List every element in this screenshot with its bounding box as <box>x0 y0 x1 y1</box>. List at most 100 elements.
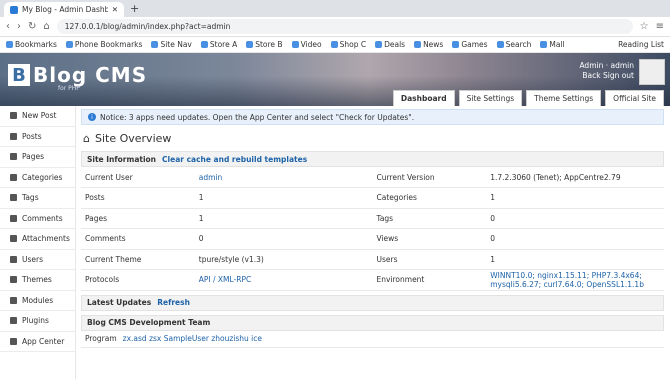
info-value: 1 <box>486 249 664 270</box>
info-value: 1 <box>194 208 373 229</box>
bookmark-item[interactable]: Mall <box>540 40 565 49</box>
table-row: Protocols API / XML-RPC Environment WINNT10… <box>81 269 664 291</box>
updates-title: Latest Updates <box>87 298 152 307</box>
logo-word: Blog CMS <box>33 63 148 87</box>
back-icon[interactable]: ‹ <box>6 21 10 32</box>
logo-mark-icon: B <box>8 64 30 86</box>
sidebar-item[interactable]: Attachments <box>0 229 75 250</box>
bookmark-item[interactable]: Shop C <box>330 40 366 49</box>
sidebar-icon <box>10 235 17 243</box>
sidebar-item[interactable]: New Post <box>0 106 75 127</box>
sidebar-item[interactable]: Themes <box>0 270 75 291</box>
bookmark-item[interactable]: Video <box>291 40 322 49</box>
dev-value[interactable]: zx.asd zsx SampleUser zhouzishu ice <box>123 334 262 343</box>
reading-list[interactable]: Reading List <box>618 40 664 49</box>
sidebar-item[interactable]: Modules <box>0 291 75 311</box>
bookmark-icon <box>375 41 383 48</box>
sidebar-label: Comments <box>22 213 63 223</box>
bookmark-icon <box>200 41 208 48</box>
sidebar: New Post Posts Pages Categories Tags Comments… <box>0 106 76 379</box>
info-label: Pages <box>81 208 195 229</box>
bookmark-label: Search <box>505 40 532 49</box>
info-value: 0 <box>486 208 664 229</box>
sidebar-icon <box>10 194 17 202</box>
sidebar-label: Tags <box>22 193 39 203</box>
user-name: Admin · admin <box>579 61 634 70</box>
dev-row: Program zx.asd zsx SampleUser zhouzishu … <box>81 331 664 348</box>
sidebar-label: Attachments <box>22 234 70 244</box>
logo-sub: for PHP <box>58 85 80 92</box>
info-label: Tags <box>372 208 487 229</box>
sidebar-icon <box>10 337 17 345</box>
sidebar-label: Pages <box>22 152 45 162</box>
page-title: ⌂ Site Overview <box>81 125 664 151</box>
header-tab[interactable]: Official Site <box>605 90 664 106</box>
sidebar-item[interactable]: Posts <box>0 127 75 147</box>
sidebar-item[interactable]: App Center <box>0 332 75 352</box>
info-label: Protocols <box>81 269 195 291</box>
home-icon: ⌂ <box>83 131 90 145</box>
sidebar-item[interactable]: Tags <box>0 188 75 209</box>
url-field[interactable]: 127.0.0.1/blog/admin/index.php?act=admin <box>56 19 633 34</box>
info-label: Users <box>372 249 487 270</box>
updates-header: Latest Updates Refresh <box>81 294 664 311</box>
bookmark-icon <box>246 41 254 48</box>
site-info-title: Site Information <box>87 154 157 164</box>
bookmark-label: Mall <box>549 40 565 49</box>
bookmark-item[interactable]: Search <box>496 40 532 49</box>
browser-tab[interactable]: My Blog - Admin Dashboard ✕ <box>4 2 124 17</box>
bookmark-icon <box>65 41 73 48</box>
sidebar-item[interactable]: Categories <box>0 168 75 188</box>
sidebar-item[interactable]: Comments <box>0 209 75 229</box>
bookmark-item[interactable]: Bookmarks <box>6 40 57 49</box>
bookmark-item[interactable]: News <box>414 40 443 49</box>
site-logo[interactable]: B Blog CMS for PHP <box>8 63 148 92</box>
bookmark-label: Store A <box>209 40 238 49</box>
sidebar-label: App Center <box>22 336 65 346</box>
home-icon[interactable]: ⌂ <box>43 21 49 32</box>
bookmark-item[interactable]: Store B <box>246 40 283 49</box>
bookmark-icon <box>6 41 13 48</box>
star-icon[interactable]: ☆ <box>640 21 649 32</box>
browser-tab-strip: My Blog - Admin Dashboard ✕ + <box>0 0 670 17</box>
bookmark-item[interactable]: Deals <box>375 40 405 49</box>
sidebar-item[interactable]: Plugins <box>0 311 75 332</box>
info-label: Posts <box>81 187 195 209</box>
bookmark-item[interactable]: Phone Bookmarks <box>65 40 142 49</box>
header-tab[interactable]: Theme Settings <box>526 90 602 106</box>
bookmark-label: News <box>423 40 444 49</box>
sidebar-item[interactable]: Users <box>0 250 75 270</box>
avatar[interactable] <box>639 59 665 85</box>
close-tab-icon[interactable]: ✕ <box>112 5 118 14</box>
bookmark-item[interactable]: Store A <box>200 40 238 49</box>
reload-icon[interactable]: ↻ <box>28 21 36 32</box>
bookmark-label: Deals <box>384 40 406 49</box>
logout-link[interactable]: Sign out <box>603 71 634 80</box>
rebuild-link[interactable]: Clear cache and rebuild templates <box>162 155 307 164</box>
info-label: Environment <box>372 269 487 291</box>
new-tab-icon[interactable]: + <box>130 2 139 15</box>
return-link[interactable]: Back <box>582 71 600 80</box>
dev-header: Blog CMS Development Team <box>81 314 664 331</box>
sidebar-item[interactable]: Pages <box>0 147 75 168</box>
info-value: 1.7.2.3060 (Tenet); AppCentre2.79 <box>486 167 664 188</box>
refresh-link[interactable]: Refresh <box>157 298 190 307</box>
favicon-icon <box>10 5 18 14</box>
sidebar-icon <box>10 214 17 222</box>
menu-icon[interactable]: ≡ <box>656 21 664 32</box>
main-content: i Notice: 3 apps need updates. Open the … <box>76 106 670 379</box>
bookmark-item[interactable]: Site Nav <box>151 40 192 49</box>
bookmark-label: Site Nav <box>160 40 192 49</box>
header-tab[interactable]: Site Settings <box>458 90 523 106</box>
bookmark-item[interactable]: Games <box>452 40 488 49</box>
header-tab[interactable]: Dashboard <box>392 90 455 106</box>
forward-icon[interactable]: › <box>17 21 21 32</box>
bookmark-icon <box>330 41 338 48</box>
sidebar-icon <box>10 255 17 263</box>
admin-header: B Blog CMS for PHP Admin · admin Back Si… <box>0 53 670 106</box>
info-label: Categories <box>372 187 487 209</box>
bookmark-icon <box>540 41 548 48</box>
bookmark-label: Store B <box>255 40 283 49</box>
header-tabs: Dashboard Site Settings Theme Settings Offi… <box>392 90 664 106</box>
sidebar-label: Themes <box>22 275 52 285</box>
